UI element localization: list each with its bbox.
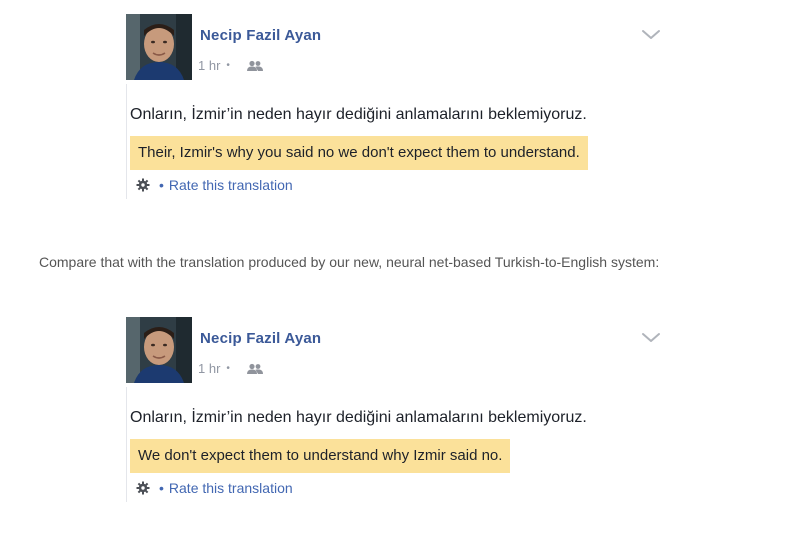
friends-icon[interactable] bbox=[246, 363, 264, 375]
chevron-down-icon[interactable] bbox=[640, 28, 662, 42]
translation-highlight: Their, Izmir's why you said no we don't … bbox=[130, 136, 588, 170]
post-neural-translation: Necip Fazil Ayan 1 hr • Onların, İzmir’i… bbox=[126, 317, 666, 507]
rate-separator: • bbox=[159, 480, 164, 496]
gear-icon[interactable] bbox=[136, 178, 150, 192]
rate-translation-link[interactable]: Rate this translation bbox=[169, 177, 293, 193]
avatar[interactable] bbox=[126, 317, 192, 383]
comparison-caption: Compare that with the translation produc… bbox=[39, 254, 660, 270]
friends-icon[interactable] bbox=[246, 60, 264, 72]
timestamp[interactable]: 1 hr bbox=[198, 361, 220, 376]
author-name[interactable]: Necip Fazil Ayan bbox=[200, 330, 321, 347]
meta-separator: • bbox=[226, 60, 230, 71]
rate-translation-link[interactable]: Rate this translation bbox=[169, 480, 293, 496]
chevron-down-icon[interactable] bbox=[640, 331, 662, 345]
post-divider bbox=[126, 387, 127, 502]
author-name[interactable]: Necip Fazil Ayan bbox=[200, 27, 321, 44]
timestamp[interactable]: 1 hr bbox=[198, 58, 220, 73]
rate-separator: • bbox=[159, 177, 164, 193]
meta-separator: • bbox=[226, 363, 230, 374]
original-text: Onların, İzmir’in neden hayır dediğini a… bbox=[130, 106, 587, 123]
gear-icon[interactable] bbox=[136, 481, 150, 495]
post-meta: 1 hr • bbox=[198, 58, 264, 73]
post-meta: 1 hr • bbox=[198, 361, 264, 376]
translation-highlight: We don't expect them to understand why I… bbox=[130, 439, 511, 473]
rate-translation-row: • Rate this translation bbox=[136, 480, 293, 496]
post-divider bbox=[126, 84, 127, 199]
avatar[interactable] bbox=[126, 14, 192, 80]
post-old-translation: Necip Fazil Ayan 1 hr • Onların, İzmir’i… bbox=[126, 14, 666, 204]
original-text: Onların, İzmir’in neden hayır dediğini a… bbox=[130, 409, 587, 426]
rate-translation-row: • Rate this translation bbox=[136, 177, 293, 193]
